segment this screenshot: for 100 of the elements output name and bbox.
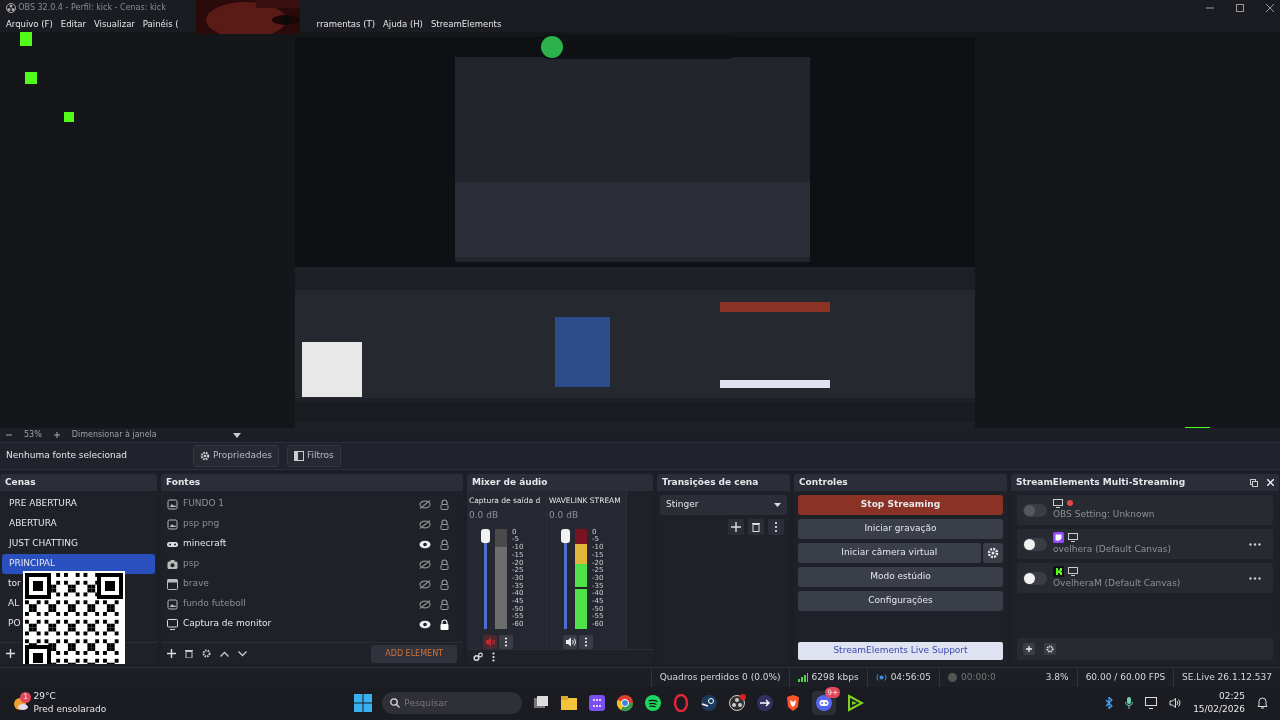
panel-title: Transições de cena <box>662 475 759 489</box>
menu-item[interactable]: rramentas (T) <box>316 17 376 31</box>
bluetooth-icon[interactable] <box>1105 697 1114 709</box>
unlock-icon[interactable] <box>440 498 449 510</box>
more-icon[interactable] <box>1249 576 1261 580</box>
scene-item[interactable]: AL <box>2 594 20 614</box>
menu-item[interactable]: Painéis ( <box>142 17 179 31</box>
eye-slash-icon[interactable] <box>419 599 431 609</box>
monitor-icon <box>1068 566 1078 576</box>
menu-item[interactable]: StreamElements <box>430 17 502 31</box>
unlock-icon[interactable] <box>440 558 449 570</box>
stream-time: 04:56:05 <box>890 670 932 684</box>
scene-item[interactable]: PRE ABERTURA <box>2 494 155 514</box>
control-button[interactable]: Configurações <box>798 591 1003 611</box>
caret-icon[interactable] <box>232 432 241 438</box>
zoom-out-icon[interactable] <box>6 432 12 438</box>
output-name: OBS Setting: Unknown <box>1053 507 1155 521</box>
control-button[interactable]: Iniciar gravação <box>798 519 1003 539</box>
scene-item[interactable]: JUST CHATTING <box>2 534 155 554</box>
eye-slash-icon[interactable] <box>419 579 431 589</box>
undock-icon[interactable] <box>1250 478 1258 487</box>
panel-title: Cenas <box>5 475 36 489</box>
eye-slash-icon[interactable] <box>419 499 431 509</box>
panel-title: Fontes <box>166 475 201 489</box>
scale-mode-dropdown[interactable]: Dimensionar à janela <box>71 429 157 441</box>
add-icon[interactable] <box>6 649 15 658</box>
volume-icon[interactable] <box>1169 697 1182 709</box>
gear-icon[interactable] <box>1044 643 1056 655</box>
add-icon[interactable] <box>728 519 744 535</box>
add-element-button[interactable]: ADD ELEMENT <box>371 644 457 663</box>
search-field[interactable]: Pesquisar <box>382 692 523 714</box>
maximize-icon[interactable] <box>1236 4 1244 12</box>
control-button[interactable]: Modo estúdio <box>798 567 1003 587</box>
menu-item[interactable]: Visualizar <box>93 17 135 31</box>
window-icon <box>167 578 178 590</box>
ring-icon[interactable] <box>672 694 691 712</box>
unlock-icon[interactable] <box>440 578 449 590</box>
gear-icon[interactable] <box>983 543 1003 563</box>
app-logo-icon <box>6 3 16 13</box>
output-name: OvelheraM (Default Canvas) <box>1053 576 1181 590</box>
minimize-icon[interactable] <box>1206 4 1214 12</box>
panel-title: Controles <box>799 475 848 489</box>
chat-bubble-icon <box>1053 531 1064 543</box>
kebab-icon[interactable] <box>579 634 594 649</box>
scene-item[interactable]: tor <box>2 574 21 594</box>
volume-slider[interactable] <box>561 528 570 629</box>
unlock-icon[interactable] <box>440 538 449 550</box>
speaker-icon[interactable] <box>563 634 577 649</box>
eye-icon[interactable] <box>419 539 431 549</box>
support-button[interactable]: StreamElements Live Support <box>798 642 1003 660</box>
bell-icon[interactable] <box>1257 697 1268 709</box>
toolbar-button[interactable]: Propriedades <box>193 445 279 467</box>
scene-item[interactable]: PRINCIPAL <box>2 554 155 574</box>
eye-slash-icon[interactable] <box>419 559 431 569</box>
toolbar-button[interactable]: Filtros <box>286 445 341 467</box>
transition-dropdown[interactable]: Stinger <box>660 495 787 515</box>
volume-slider[interactable] <box>481 528 490 629</box>
slider-thumb[interactable] <box>561 528 570 543</box>
network-icon[interactable] <box>1145 697 1158 709</box>
microphone-icon[interactable] <box>1125 697 1134 709</box>
menu-item[interactable]: Arquivo (F) <box>6 17 53 31</box>
scene-item[interactable]: ABERTURA <box>2 514 155 534</box>
menu-item[interactable]: Ajuda (H) <box>383 17 423 31</box>
add-icon[interactable] <box>167 649 176 658</box>
more-icon[interactable] <box>1249 542 1261 546</box>
eye-slash-icon[interactable] <box>419 519 431 529</box>
down-icon[interactable] <box>238 650 247 657</box>
folder-icon[interactable] <box>560 694 579 712</box>
unlock-icon[interactable] <box>440 518 449 530</box>
eye-icon[interactable] <box>419 619 431 629</box>
lock-icon[interactable] <box>440 618 449 630</box>
close-icon[interactable] <box>1266 4 1274 12</box>
kebab-icon[interactable] <box>499 634 514 649</box>
trash-icon[interactable] <box>748 519 764 535</box>
kebab-icon[interactable] <box>492 651 495 662</box>
slider-thumb[interactable] <box>481 528 490 543</box>
windows-start-icon[interactable] <box>354 694 373 712</box>
menu-item[interactable]: Editar <box>60 17 86 31</box>
weather-text: Pred ensolarado <box>33 703 107 716</box>
control-button[interactable]: Iniciar câmera virtual <box>798 543 981 563</box>
scene-item[interactable]: PO <box>2 614 21 634</box>
arrow-app-icon[interactable] <box>756 694 775 712</box>
add-icon[interactable] <box>1023 643 1035 655</box>
zoom-in-icon[interactable] <box>53 432 60 438</box>
broadcast-icon <box>875 673 887 682</box>
toggle-switch[interactable] <box>1023 537 1047 551</box>
up-icon[interactable] <box>220 650 229 657</box>
app-grid-icon[interactable] <box>588 694 607 712</box>
play-icon[interactable] <box>846 694 865 712</box>
monitor-icon <box>1068 532 1078 542</box>
stop-streaming-button[interactable]: Stop Streaming <box>798 495 1003 515</box>
gears-icon[interactable] <box>473 651 483 662</box>
record-app-icon[interactable] <box>728 694 747 712</box>
kebab-icon[interactable] <box>768 519 784 535</box>
unlock-icon[interactable] <box>440 598 449 610</box>
browser-icon[interactable] <box>616 694 635 712</box>
trash-icon[interactable] <box>185 649 193 658</box>
toggle-switch[interactable] <box>1023 571 1047 585</box>
gear-icon[interactable] <box>202 649 211 658</box>
music-icon[interactable] <box>644 694 663 712</box>
